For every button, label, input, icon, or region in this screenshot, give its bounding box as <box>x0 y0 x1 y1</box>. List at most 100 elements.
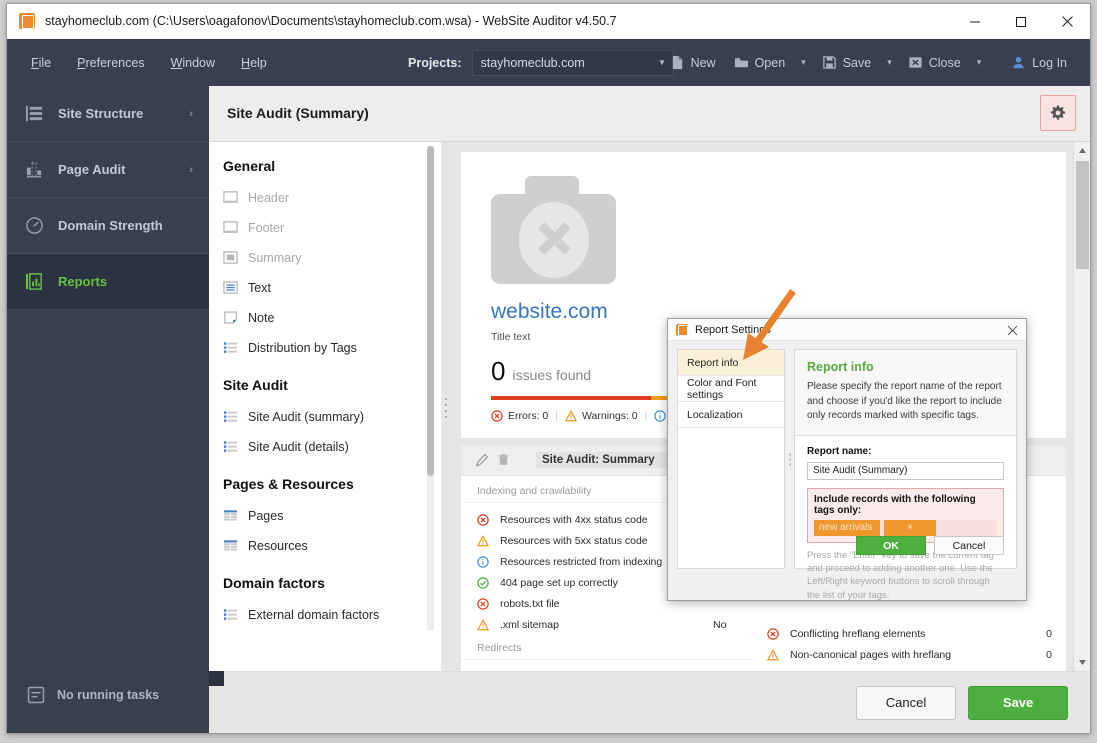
element-site-audit-details[interactable]: Site Audit (details) <box>223 432 441 462</box>
action-bar: Cancel Save <box>209 671 1090 733</box>
title-bar: stayhomeclub.com (C:\Users\oagafonov\Doc… <box>7 4 1090 39</box>
menu-preferences[interactable]: Preferences <box>77 56 144 70</box>
bar-chart-icon <box>26 162 42 178</box>
menu-file[interactable]: File <box>31 56 51 70</box>
dialog-title: Report Settings <box>695 323 771 336</box>
projects-label: Projects: <box>408 55 462 70</box>
cancel-button[interactable]: Cancel <box>856 685 956 720</box>
group-title-pages-resources: Pages & Resources <box>223 475 354 492</box>
dialog-tab-localization[interactable]: Localization <box>678 402 784 428</box>
menu-window[interactable]: Window <box>171 56 215 70</box>
bullet-list-icon <box>223 441 238 453</box>
sidebar-label-page-audit: Page Audit <box>58 162 126 177</box>
panel-splitter[interactable] <box>441 141 451 672</box>
dialog-pane-heading: Report info <box>807 360 874 374</box>
element-resources-label: Resources <box>248 538 308 553</box>
close-dropdown-caret[interactable]: ▾ <box>970 52 989 73</box>
element-distribution-label: Distribution by Tags <box>248 340 357 355</box>
list-structure-icon <box>25 105 43 122</box>
login-button-label: Log In <box>1032 55 1067 70</box>
sidebar-item-site-structure[interactable]: Site Structure › <box>7 86 209 142</box>
info-circle-icon <box>654 410 667 422</box>
table-icon <box>223 510 238 521</box>
group-title-general: General <box>223 157 276 174</box>
dialog-intro: Report info Please specify the report na… <box>795 350 1016 436</box>
report-name-input[interactable]: Site Audit (Summary) <box>807 461 1004 480</box>
element-site-audit-details-label: Site Audit (details) <box>248 439 349 454</box>
menu-help[interactable]: Help <box>241 56 267 70</box>
sidebar-item-page-audit[interactable]: Page Audit › <box>7 142 209 198</box>
close-button[interactable] <box>1044 4 1090 39</box>
save-dropdown-caret[interactable]: ▾ <box>880 52 899 73</box>
scroll-down-arrow-icon[interactable] <box>1074 654 1090 671</box>
audit-row-label: Conflicting hreflang elements <box>790 628 926 641</box>
dialog-splitter[interactable] <box>785 349 794 569</box>
warning-triangle-icon <box>565 409 577 422</box>
login-button[interactable]: Log In <box>1002 50 1076 75</box>
dialog-tab-report-info[interactable]: Report info <box>678 350 784 376</box>
dialog-tab-list: Report info Color and Font settings Loca… <box>677 349 785 569</box>
close-box-icon <box>909 57 922 68</box>
element-pages[interactable]: Pages <box>223 501 441 531</box>
issues-label: issues found <box>512 366 592 383</box>
gear-icon <box>1050 105 1066 120</box>
preview-scrollbar[interactable] <box>1073 141 1090 672</box>
save-report-button[interactable]: Save <box>968 685 1068 720</box>
element-pages-label: Pages <box>248 508 284 523</box>
window-controls <box>952 4 1090 39</box>
open-button[interactable]: Open <box>725 50 795 75</box>
element-external-domain-factors[interactable]: External domain factors <box>223 600 441 630</box>
menu-bar: File Preferences Window Help Projects: s… <box>7 39 1090 86</box>
audit-row-label: Resources with 4xx status code <box>500 514 648 527</box>
sidebar: Site Structure › Page Audit › Domain Str… <box>7 86 209 733</box>
placeholder-x <box>538 222 570 254</box>
minimize-button[interactable] <box>952 4 998 39</box>
element-text[interactable]: Text <box>223 273 441 303</box>
element-site-audit-summary[interactable]: Site Audit (summary) <box>223 402 441 432</box>
warning-triangle-icon <box>767 649 779 661</box>
dialog-pane-description: Please specify the report name of the re… <box>807 381 1002 421</box>
pencil-icon[interactable] <box>475 453 489 467</box>
audit-row-value: 0 <box>1046 649 1052 662</box>
scroll-up-arrow-icon[interactable] <box>1074 142 1090 159</box>
legend-errors: Errors: 0 <box>491 410 548 422</box>
legend-errors-label: Errors: 0 <box>508 409 549 422</box>
bullet-list-icon <box>223 609 238 621</box>
menu-preferences-rest: references <box>85 55 145 70</box>
legend-sep-2: | <box>644 409 648 422</box>
trash-icon[interactable] <box>497 453 510 467</box>
dialog-ok-button[interactable]: OK <box>856 536 926 555</box>
scrollbar-thumb[interactable] <box>1076 160 1089 269</box>
project-dropdown[interactable]: stayhomeclub.com ▾ <box>471 49 674 76</box>
element-distribution-by-tags[interactable]: Distribution by Tags <box>223 333 441 363</box>
report-chart-icon <box>25 273 42 290</box>
menu-help-rest: elp <box>250 55 267 70</box>
scrollbar-thumb[interactable] <box>427 145 434 476</box>
new-button-label: New <box>690 55 716 70</box>
sidebar-item-domain-strength[interactable]: Domain Strength <box>7 198 209 254</box>
element-footer-label: Footer <box>248 220 285 235</box>
element-note[interactable]: Note <box>223 303 441 333</box>
open-folder-icon <box>734 57 748 68</box>
audit-row-label: Non-canonical pages with hreflang <box>790 649 952 662</box>
close-project-button[interactable]: Close <box>899 50 970 75</box>
elements-panel-scrollbar[interactable] <box>427 145 434 630</box>
element-summary-label: Summary <box>248 250 302 265</box>
open-dropdown-caret[interactable]: ▾ <box>794 52 813 73</box>
dialog-cancel-button[interactable]: Cancel <box>934 536 1004 555</box>
element-footer[interactable]: Footer <box>223 213 441 243</box>
dialog-close-button[interactable] <box>1002 321 1022 339</box>
dialog-tab-color-font-settings[interactable]: Color and Font settings <box>678 376 784 402</box>
new-button[interactable]: New <box>661 50 725 75</box>
element-summary[interactable]: Summary <box>223 243 441 273</box>
audit-section-redirects: Redirects <box>461 636 751 660</box>
element-header[interactable]: Header <box>223 183 441 213</box>
report-settings-button[interactable] <box>1040 95 1076 132</box>
element-resources[interactable]: Resources <box>223 531 441 561</box>
sidebar-item-reports[interactable]: Reports <box>7 254 209 310</box>
tags-label: Include records with the following tags … <box>814 493 976 516</box>
user-icon <box>1013 56 1024 69</box>
report-name-label: Report name: <box>807 445 872 457</box>
maximize-button[interactable] <box>998 4 1044 39</box>
save-button[interactable]: Save <box>813 50 881 75</box>
